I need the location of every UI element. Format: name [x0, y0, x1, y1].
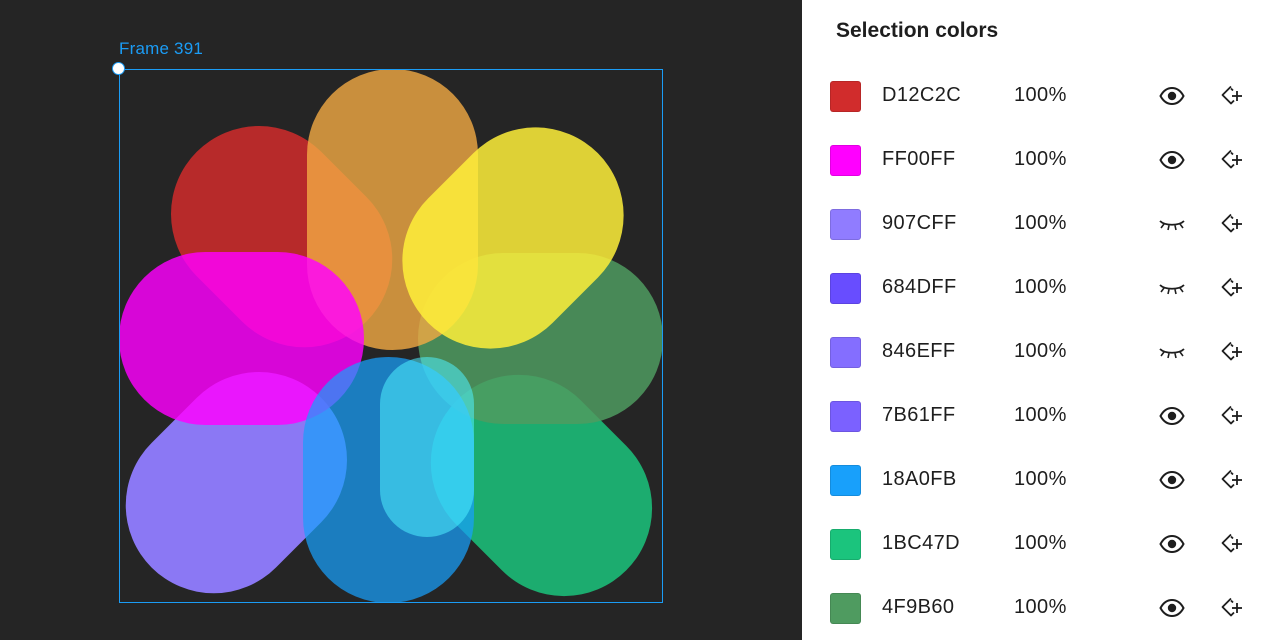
color-hex-value[interactable]: 4F9B60	[882, 596, 954, 619]
eye-icon[interactable]	[1157, 83, 1187, 109]
color-opacity-value[interactable]: 100%	[1014, 276, 1067, 299]
select-matching-layers-icon[interactable]	[1218, 594, 1246, 622]
design-canvas[interactable]: Frame 391	[0, 0, 802, 640]
eye-closed-icon[interactable]	[1157, 339, 1187, 365]
color-row[interactable]: 684DFF 100%	[802, 256, 1280, 320]
color-swatch[interactable]	[830, 145, 861, 176]
color-hex-value[interactable]: 7B61FF	[882, 404, 956, 427]
frame-selection-box[interactable]	[119, 69, 663, 603]
select-matching-layers-icon[interactable]	[1218, 210, 1246, 238]
color-row[interactable]: 1BC47D 100%	[802, 512, 1280, 576]
color-row[interactable]: 4F9B60 100%	[802, 576, 1280, 640]
color-row[interactable]: FF00FF 100%	[802, 128, 1280, 192]
color-swatch[interactable]	[830, 337, 861, 368]
color-opacity-value[interactable]: 100%	[1014, 148, 1067, 171]
eye-icon[interactable]	[1157, 531, 1187, 557]
color-opacity-value[interactable]: 100%	[1014, 468, 1067, 491]
color-row[interactable]: 907CFF 100%	[802, 192, 1280, 256]
color-row[interactable]: 18A0FB 100%	[802, 448, 1280, 512]
color-opacity-value[interactable]: 100%	[1014, 532, 1067, 555]
eye-closed-icon[interactable]	[1157, 211, 1187, 237]
eye-icon[interactable]	[1157, 147, 1187, 173]
color-row[interactable]: 846EFF 100%	[802, 320, 1280, 384]
color-hex-value[interactable]: 1BC47D	[882, 532, 960, 555]
eye-icon[interactable]	[1157, 467, 1187, 493]
color-row[interactable]: 7B61FF 100%	[802, 384, 1280, 448]
select-matching-layers-icon[interactable]	[1218, 146, 1246, 174]
color-hex-value[interactable]: FF00FF	[882, 148, 956, 171]
color-opacity-value[interactable]: 100%	[1014, 212, 1067, 235]
color-swatch[interactable]	[830, 593, 861, 624]
color-hex-value[interactable]: 684DFF	[882, 276, 957, 299]
eye-closed-icon[interactable]	[1157, 275, 1187, 301]
eye-icon[interactable]	[1157, 595, 1187, 621]
color-swatch[interactable]	[830, 209, 861, 240]
eye-icon[interactable]	[1157, 403, 1187, 429]
color-swatch[interactable]	[830, 529, 861, 560]
select-matching-layers-icon[interactable]	[1218, 274, 1246, 302]
panel-title: Selection colors	[836, 19, 999, 42]
color-row[interactable]: D12C2C 100%	[802, 64, 1280, 128]
color-hex-value[interactable]: 907CFF	[882, 212, 957, 235]
color-opacity-value[interactable]: 100%	[1014, 596, 1067, 619]
select-matching-layers-icon[interactable]	[1218, 466, 1246, 494]
select-matching-layers-icon[interactable]	[1218, 402, 1246, 430]
color-opacity-value[interactable]: 100%	[1014, 340, 1067, 363]
color-swatch[interactable]	[830, 465, 861, 496]
color-opacity-value[interactable]: 100%	[1014, 84, 1067, 107]
select-matching-layers-icon[interactable]	[1218, 530, 1246, 558]
select-matching-layers-icon[interactable]	[1218, 82, 1246, 110]
color-hex-value[interactable]: 18A0FB	[882, 468, 957, 491]
select-matching-layers-icon[interactable]	[1218, 338, 1246, 366]
color-hex-value[interactable]: D12C2C	[882, 84, 961, 107]
color-swatch[interactable]	[830, 81, 861, 112]
frame-resize-handle[interactable]	[112, 62, 125, 75]
color-opacity-value[interactable]: 100%	[1014, 404, 1067, 427]
color-swatch[interactable]	[830, 401, 861, 432]
selection-colors-panel: Selection colors D12C2C 100% FF00FF 100% 907…	[802, 0, 1280, 640]
color-hex-value[interactable]: 846EFF	[882, 340, 956, 363]
color-swatch[interactable]	[830, 273, 861, 304]
